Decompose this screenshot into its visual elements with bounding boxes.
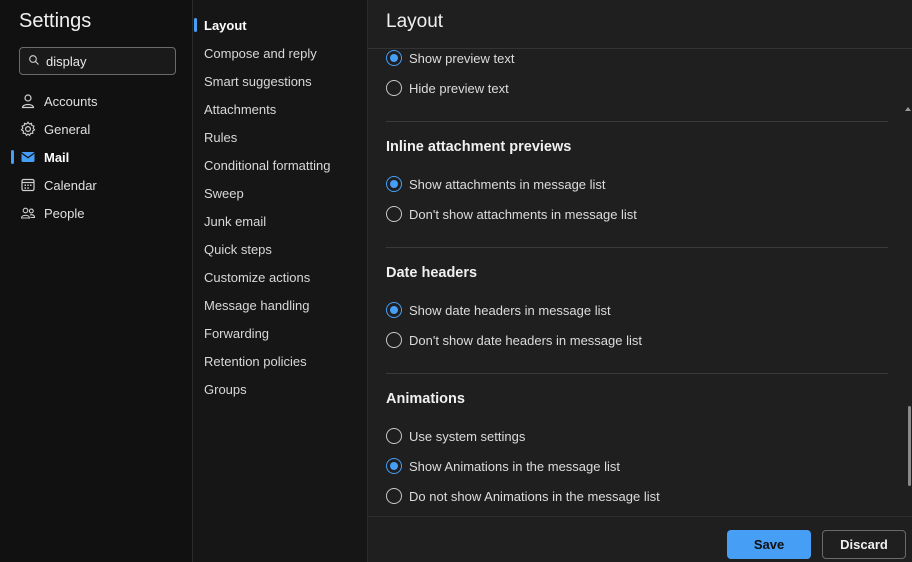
subnav-item-customize-actions[interactable]: Customize actions bbox=[193, 263, 367, 291]
settings-scroll-area[interactable]: Show preview text Hide preview text Inli… bbox=[368, 49, 912, 516]
subnav-list: Layout Compose and reply Smart suggestio… bbox=[193, 11, 367, 403]
radio-label: Use system settings bbox=[409, 428, 526, 444]
radio-hide-attachments[interactable]: Don't show attachments in message list bbox=[386, 199, 888, 229]
radio-use-system-settings[interactable]: Use system settings bbox=[386, 421, 888, 451]
subnav-item-layout[interactable]: Layout bbox=[193, 11, 367, 39]
section-title-inline-attachments: Inline attachment previews bbox=[386, 139, 572, 155]
radio-label: Don't show date headers in message list bbox=[409, 332, 642, 348]
radio-button[interactable] bbox=[386, 488, 402, 504]
subnav-item-sweep[interactable]: Sweep bbox=[193, 179, 367, 207]
subnav-item-quick-steps[interactable]: Quick steps bbox=[193, 235, 367, 263]
sidebar-item-mail[interactable]: Mail bbox=[0, 143, 192, 171]
settings-footer: Save Discard bbox=[368, 516, 912, 562]
subnav-item-forwarding[interactable]: Forwarding bbox=[193, 319, 367, 347]
settings-title: Settings bbox=[19, 10, 92, 32]
radio-label: Show date headers in message list bbox=[409, 302, 611, 318]
save-button[interactable]: Save bbox=[727, 530, 811, 559]
subnav-item-rules[interactable]: Rules bbox=[193, 123, 367, 151]
sidebar-item-label: People bbox=[44, 205, 85, 221]
scroll-up-arrow-icon[interactable] bbox=[905, 107, 911, 111]
sidebar-item-accounts[interactable]: Accounts bbox=[0, 87, 192, 115]
radio-button[interactable] bbox=[386, 206, 402, 222]
sidebar-nav: Accounts General Mail Calendar People bbox=[0, 87, 192, 227]
subnav-item-message-handling[interactable]: Message handling bbox=[193, 291, 367, 319]
sidebar-item-calendar[interactable]: Calendar bbox=[0, 171, 192, 199]
search-icon bbox=[28, 54, 42, 68]
sidebar-item-label: Calendar bbox=[44, 177, 97, 193]
settings-scroll-content: Show preview text Hide preview text Inli… bbox=[386, 49, 888, 511]
radio-button-checked[interactable] bbox=[386, 50, 402, 66]
sidebar-item-label: Mail bbox=[44, 149, 70, 165]
radio-label: Don't show attachments in message list bbox=[409, 206, 637, 222]
person-icon bbox=[20, 93, 36, 109]
section-title-date-headers: Date headers bbox=[386, 265, 478, 281]
radio-show-preview-text[interactable]: Show preview text bbox=[386, 49, 888, 73]
sidebar-item-general[interactable]: General bbox=[0, 115, 192, 143]
search-box[interactable] bbox=[19, 47, 176, 75]
radio-label: Show attachments in message list bbox=[409, 176, 606, 192]
radio-label: Do not show Animations in the message li… bbox=[409, 488, 660, 504]
radio-show-date-headers[interactable]: Show date headers in message list bbox=[386, 295, 888, 325]
vertical-scrollbar[interactable] bbox=[905, 49, 912, 516]
radio-button[interactable] bbox=[386, 80, 402, 96]
section-divider bbox=[386, 373, 888, 374]
radio-label: Show preview text bbox=[409, 50, 515, 66]
radio-button[interactable] bbox=[386, 428, 402, 444]
sidebar-item-label: General bbox=[44, 121, 91, 137]
scrollbar-thumb[interactable] bbox=[908, 406, 911, 486]
settings-content: Layout Show preview text Hide preview te… bbox=[368, 0, 912, 562]
subnav-item-groups[interactable]: Groups bbox=[193, 375, 367, 403]
subnav-item-compose-and-reply[interactable]: Compose and reply bbox=[193, 39, 367, 67]
subnav-item-attachments[interactable]: Attachments bbox=[193, 95, 367, 123]
subnav-item-retention-policies[interactable]: Retention policies bbox=[193, 347, 367, 375]
sidebar-item-label: Accounts bbox=[44, 93, 98, 109]
radio-hide-date-headers[interactable]: Don't show date headers in message list bbox=[386, 325, 888, 355]
radio-show-attachments[interactable]: Show attachments in message list bbox=[386, 169, 888, 199]
discard-button[interactable]: Discard bbox=[822, 530, 906, 559]
radio-hide-animations[interactable]: Do not show Animations in the message li… bbox=[386, 481, 888, 511]
subnav-item-junk-email[interactable]: Junk email bbox=[193, 207, 367, 235]
subnav-item-conditional-formatting[interactable]: Conditional formatting bbox=[193, 151, 367, 179]
sidebar-item-people[interactable]: People bbox=[0, 199, 192, 227]
radio-button-checked[interactable] bbox=[386, 302, 402, 318]
radio-hide-preview-text[interactable]: Hide preview text bbox=[386, 73, 888, 103]
content-header: Layout bbox=[368, 0, 912, 49]
section-title-animations: Animations bbox=[386, 391, 465, 407]
page-title: Layout bbox=[386, 11, 444, 32]
radio-button[interactable] bbox=[386, 332, 402, 348]
radio-label: Show Animations in the message list bbox=[409, 458, 620, 474]
section-divider bbox=[386, 121, 888, 122]
mail-subnav: Layout Compose and reply Smart suggestio… bbox=[193, 0, 368, 562]
settings-sidebar: Settings Accounts bbox=[0, 0, 193, 562]
mail-icon bbox=[20, 149, 36, 165]
settings-window: Settings Accounts bbox=[0, 0, 912, 562]
calendar-icon bbox=[20, 177, 36, 193]
radio-label: Hide preview text bbox=[409, 80, 509, 96]
people-icon bbox=[20, 205, 36, 221]
radio-show-animations[interactable]: Show Animations in the message list bbox=[386, 451, 888, 481]
radio-button-checked[interactable] bbox=[386, 176, 402, 192]
radio-button-checked[interactable] bbox=[386, 458, 402, 474]
section-divider bbox=[386, 247, 888, 248]
subnav-item-smart-suggestions[interactable]: Smart suggestions bbox=[193, 67, 367, 95]
gear-icon bbox=[20, 121, 36, 137]
search-input[interactable] bbox=[42, 53, 166, 69]
